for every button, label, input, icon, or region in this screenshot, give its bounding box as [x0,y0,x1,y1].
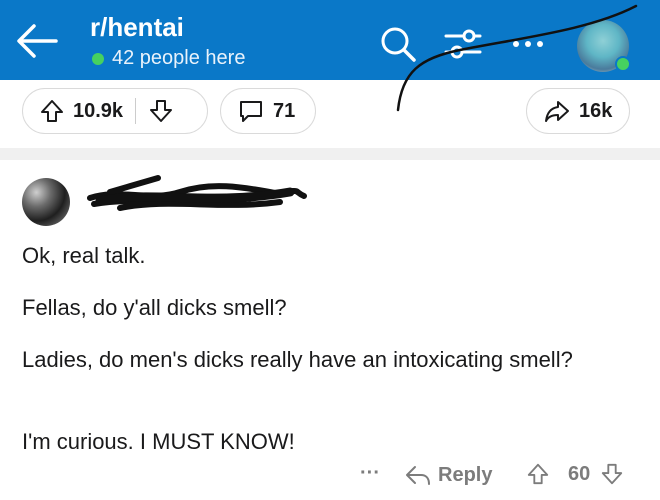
reply-arrow-icon [406,466,430,485]
online-dot-icon [92,52,104,65]
downvote-icon[interactable] [148,98,174,124]
comment-vote-controls: 60 [526,462,624,486]
comment-paragraph: Fellas, do y'all dicks smell? [22,295,287,320]
comment-count: 71 [273,99,296,122]
comment-more-dots: ··· [360,462,380,484]
vote-divider [135,98,137,124]
share-arrow-icon [545,101,569,122]
back-arrow-icon [17,24,58,58]
comment-paragraph: Ladies, do men's dicks really have an in… [22,347,573,372]
vote-pill: 10.9k [22,88,208,134]
share-button[interactable]: 16k [526,88,630,134]
comment-bubble-icon [240,101,262,122]
search-button[interactable] [376,22,420,66]
comment-paragraph: I'm curious. I MUST KNOW! [22,429,295,454]
user-avatar-button[interactable] [577,20,631,72]
more-options-button[interactable] [506,22,550,66]
search-icon [381,27,416,62]
sliders-icon [444,29,482,59]
comments-button[interactable]: 71 [220,88,316,134]
online-count: 42 people here [112,47,246,69]
online-status: 42 people here [92,47,245,70]
comment-more-button[interactable]: ··· [360,462,380,485]
comment-upvote-icon[interactable] [526,462,550,486]
share-count: 16k [579,99,613,122]
comment-score: 60 [568,462,591,485]
avatar-online-dot-icon [615,56,631,72]
section-divider [0,148,660,160]
filter-button[interactable] [440,22,484,66]
reply-label: Reply [438,463,493,486]
comment-author-avatar[interactable] [22,178,70,226]
redaction-scribble [87,175,307,211]
comment-paragraph: Ok, real talk. [22,243,146,268]
upvote-count: 10.9k [73,99,124,122]
reply-button[interactable]: Reply [404,462,492,488]
top-app-bar: r/hentai 42 people here [0,0,660,80]
more-dots-icon [513,41,543,47]
subreddit-title[interactable]: r/hentai [90,12,184,43]
back-button[interactable] [12,18,62,64]
comment-downvote-icon[interactable] [600,462,624,486]
upvote-icon[interactable] [39,98,65,124]
